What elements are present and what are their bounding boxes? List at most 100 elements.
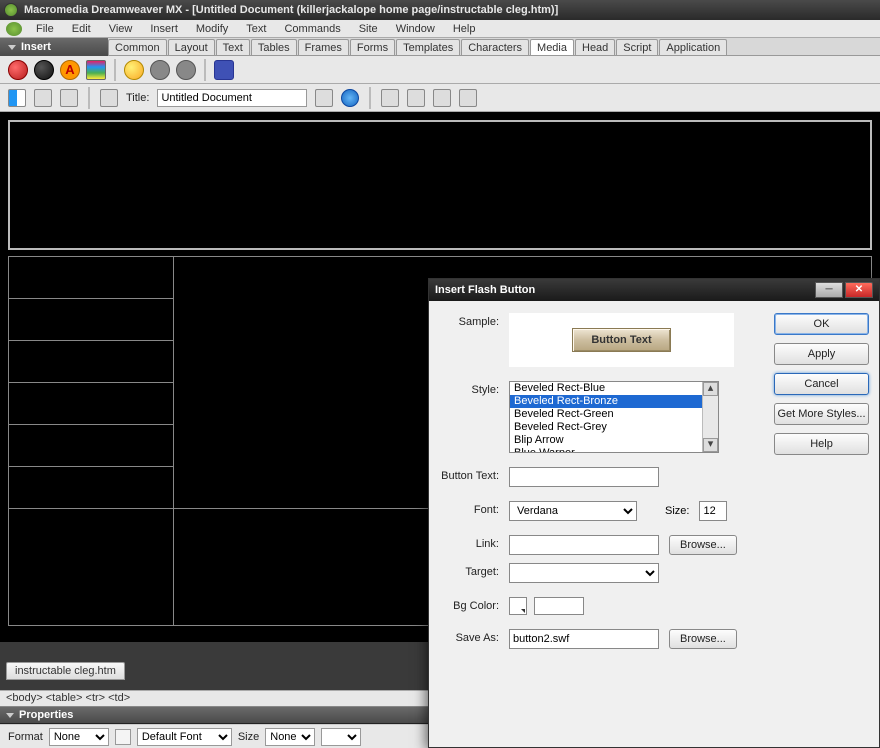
view-options-icon[interactable]	[459, 89, 477, 107]
table-cell[interactable]	[9, 341, 173, 383]
menu-site[interactable]: Site	[351, 21, 386, 37]
properties-label: Properties	[19, 709, 73, 721]
shockwave-icon[interactable]	[86, 60, 106, 80]
menu-window[interactable]: Window	[388, 21, 443, 37]
tab-text[interactable]: Text	[216, 39, 250, 55]
tab-common[interactable]: Common	[108, 39, 167, 55]
app-icon	[4, 3, 18, 17]
style-option[interactable]: Beveled Rect-Grey	[510, 421, 718, 434]
font-select[interactable]: Default Font	[137, 728, 232, 746]
help-button[interactable]: Help	[774, 433, 869, 455]
apply-button[interactable]: Apply	[774, 343, 869, 365]
code-view-icon[interactable]	[8, 89, 26, 107]
scroll-up-icon[interactable]: ▴	[703, 382, 718, 396]
menu-insert[interactable]: Insert	[142, 21, 186, 37]
style-option[interactable]: Blip Arrow	[510, 434, 718, 447]
menu-file[interactable]: File	[28, 21, 62, 37]
button-text-label: Button Text:	[439, 467, 509, 482]
style-option[interactable]: Beveled Rect-Green	[510, 408, 718, 421]
table-cell[interactable]	[9, 425, 173, 467]
css-mode-icon[interactable]	[115, 729, 131, 745]
size-input[interactable]	[699, 501, 727, 521]
table-cell[interactable]	[9, 383, 173, 425]
applet-icon[interactable]	[124, 60, 144, 80]
insert-panel-label: Insert	[21, 41, 51, 53]
size-label: Size:	[665, 505, 689, 517]
size-select[interactable]: None	[265, 728, 315, 746]
link-browse-button[interactable]: Browse...	[669, 535, 737, 555]
document-toolbar: Title:	[0, 84, 880, 112]
dialog-titlebar[interactable]: Insert Flash Button ─ ✕	[429, 279, 879, 301]
format-label: Format	[8, 731, 43, 743]
separator	[88, 87, 90, 109]
style-listbox[interactable]: Beveled Rect-Blue Beveled Rect-Bronze Be…	[509, 381, 719, 453]
reference-icon[interactable]	[407, 89, 425, 107]
target-select[interactable]	[509, 563, 659, 583]
menu-modify[interactable]: Modify	[188, 21, 236, 37]
code-nav-icon[interactable]	[433, 89, 451, 107]
minimize-button[interactable]: ─	[815, 282, 843, 298]
live-view-icon[interactable]	[100, 89, 118, 107]
tab-head[interactable]: Head	[575, 39, 615, 55]
format-select[interactable]: None	[49, 728, 109, 746]
size-unit-select[interactable]	[321, 728, 361, 746]
size-label: Size	[238, 731, 259, 743]
menu-commands[interactable]: Commands	[276, 21, 348, 37]
flash-text-icon[interactable]: A	[60, 60, 80, 80]
tab-script[interactable]: Script	[616, 39, 658, 55]
table-cell[interactable]	[9, 467, 173, 509]
style-option[interactable]: Beveled Rect-Blue	[510, 382, 718, 395]
menu-view[interactable]: View	[101, 21, 141, 37]
menu-edit[interactable]: Edit	[64, 21, 99, 37]
activex-icon[interactable]	[176, 60, 196, 80]
menu-text[interactable]: Text	[238, 21, 274, 37]
button-text-input[interactable]	[509, 467, 659, 487]
close-button[interactable]: ✕	[845, 282, 873, 298]
tab-characters[interactable]: Characters	[461, 39, 529, 55]
tab-application[interactable]: Application	[659, 39, 727, 55]
separator	[369, 87, 371, 109]
file-management-icon[interactable]	[315, 89, 333, 107]
tab-layout[interactable]: Layout	[168, 39, 215, 55]
document-file-tab[interactable]: instructable cleg.htm	[6, 662, 125, 680]
param-icon[interactable]	[150, 60, 170, 80]
title-input[interactable]	[157, 89, 307, 107]
style-option-selected[interactable]: Beveled Rect-Bronze	[510, 395, 718, 408]
cancel-button[interactable]: Cancel	[774, 373, 869, 395]
tab-frames[interactable]: Frames	[298, 39, 349, 55]
dialog-form-area: Sample: Button Text Style: Beveled Rect-…	[429, 301, 764, 747]
tab-tables[interactable]: Tables	[251, 39, 297, 55]
ok-button[interactable]: OK	[774, 313, 869, 335]
saveas-browse-button[interactable]: Browse...	[669, 629, 737, 649]
tab-media[interactable]: Media	[530, 39, 574, 55]
get-more-styles-button[interactable]: Get More Styles...	[774, 403, 869, 425]
link-input[interactable]	[509, 535, 659, 555]
scroll-down-icon[interactable]: ▾	[703, 438, 718, 452]
separator	[114, 59, 116, 81]
design-view-icon[interactable]	[60, 89, 78, 107]
target-label: Target:	[439, 563, 509, 578]
preview-browser-icon[interactable]	[341, 89, 359, 107]
tab-forms[interactable]: Forms	[350, 39, 395, 55]
flash-icon[interactable]	[8, 60, 28, 80]
bgcolor-input[interactable]	[534, 597, 584, 615]
menu-help[interactable]: Help	[445, 21, 484, 37]
table-cell[interactable]	[9, 299, 173, 341]
color-picker-swatch[interactable]	[509, 597, 527, 615]
split-view-icon[interactable]	[34, 89, 52, 107]
app-icon-small	[6, 22, 22, 36]
table-cell[interactable]	[9, 257, 173, 299]
insert-panel-header[interactable]: Insert	[0, 38, 108, 56]
plugin-icon[interactable]	[214, 60, 234, 80]
sample-button-preview[interactable]: Button Text	[572, 328, 670, 352]
title-label: Title:	[126, 92, 149, 104]
font-select[interactable]: Verdana	[509, 501, 637, 521]
saveas-input[interactable]	[509, 629, 659, 649]
flash-button-icon[interactable]	[34, 60, 54, 80]
refresh-icon[interactable]	[381, 89, 399, 107]
scrollbar[interactable]: ▴▾	[702, 382, 718, 452]
insert-flash-button-dialog: Insert Flash Button ─ ✕ Sample: Button T…	[428, 278, 880, 748]
link-label: Link:	[439, 535, 509, 550]
style-option[interactable]: Blue Warper	[510, 447, 718, 453]
tab-templates[interactable]: Templates	[396, 39, 460, 55]
